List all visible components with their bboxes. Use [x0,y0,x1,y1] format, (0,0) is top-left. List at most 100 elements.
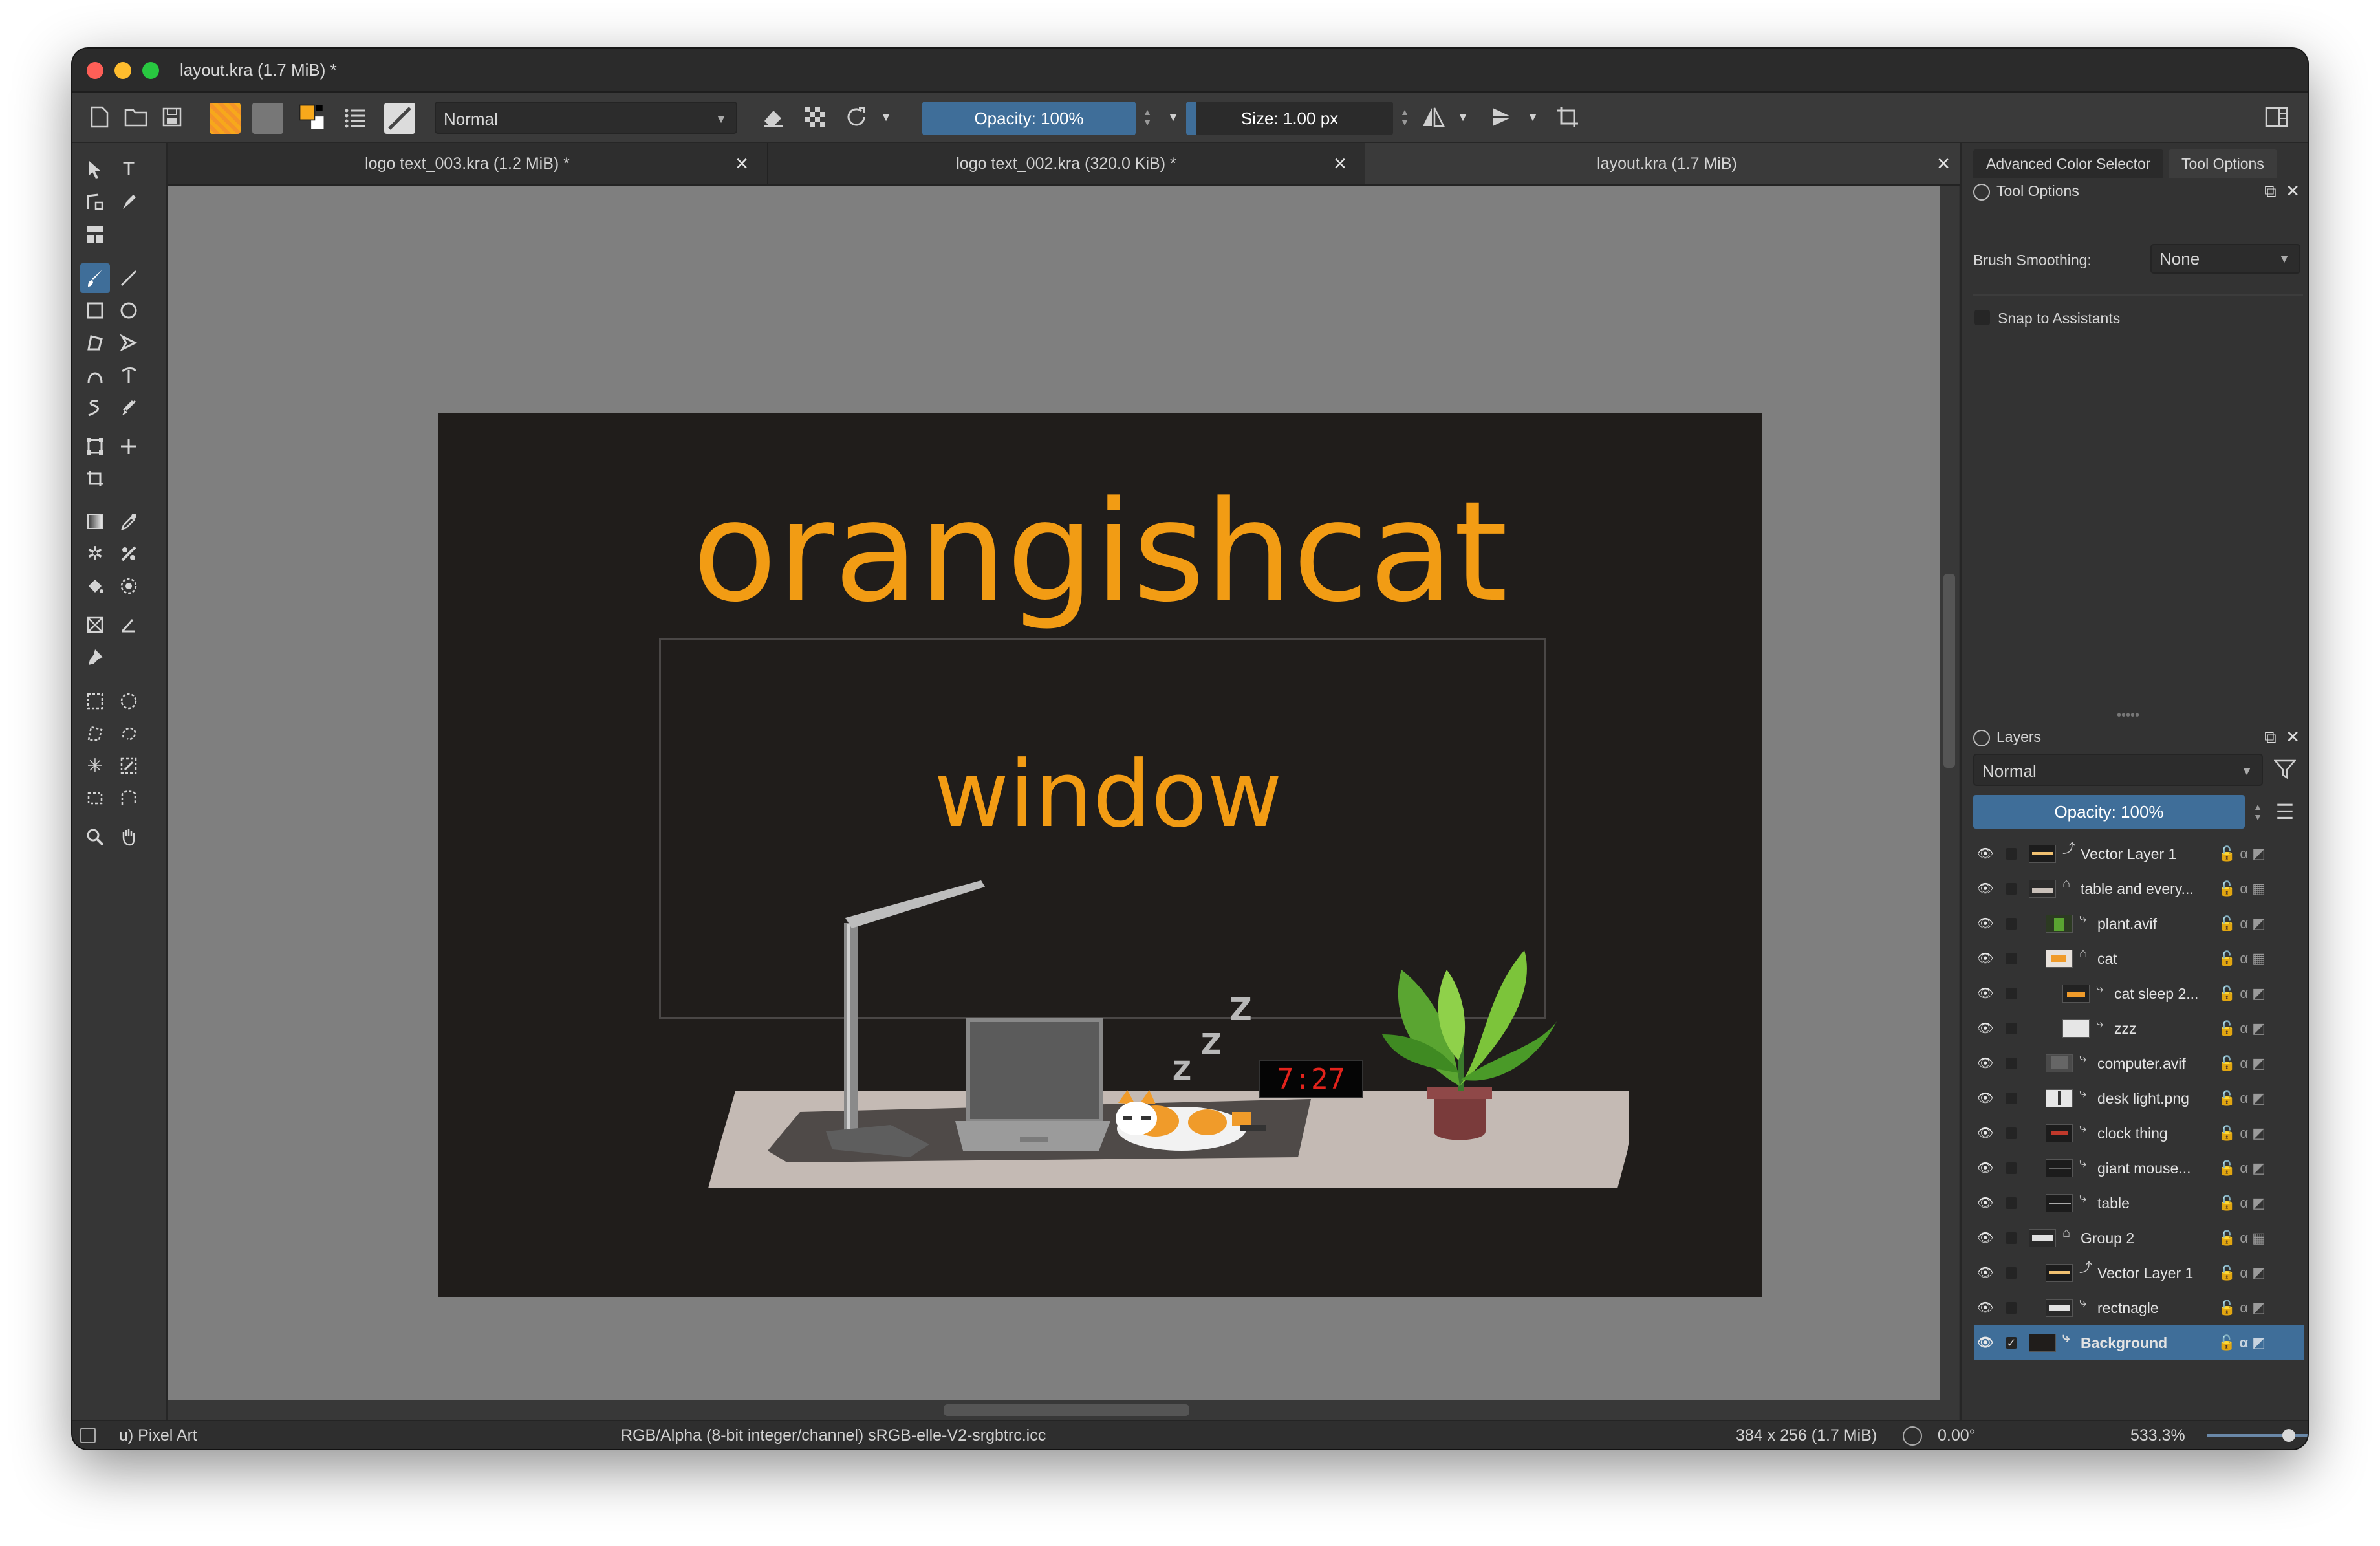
eye-icon[interactable]: 👁 [1977,1081,1993,1116]
pan-tool[interactable] [114,822,144,852]
eraser-icon[interactable] [759,103,788,131]
tab-tool-options[interactable]: Tool Options [2169,149,2277,178]
freehand-brush-tool[interactable] [80,263,110,293]
layer-checkbox[interactable] [2006,1232,2017,1244]
reload-icon[interactable] [842,103,871,131]
pattern-icon[interactable] [252,103,283,134]
chevron-down-icon[interactable]: ▼ [1519,103,1547,131]
chevron-down-icon[interactable]: ▼ [1159,103,1187,131]
eye-icon[interactable]: 👁 [1977,941,1993,976]
alpha-lock-icon[interactable] [801,103,829,131]
edit-shapes-tool[interactable] [80,187,110,217]
opacity-spin-icon[interactable]: ▲ ▼ [1133,103,1162,131]
contiguous-selection-tool[interactable]: ✳ [80,751,110,781]
filter-icon[interactable] [2271,755,2299,783]
freehand-selection-tool[interactable] [114,719,144,748]
layer-row[interactable]: 👁 ⤷ table 🔓 α ◩ [1974,1186,2304,1221]
tab-layout[interactable]: layout.kra (1.7 MiB) × [1365,143,1970,184]
layer-lock-alpha-icons[interactable]: 🔓 α ▦ [2218,941,2266,976]
layer-checkbox[interactable] [2006,1197,2017,1209]
tab-logo-text-003[interactable]: logo text_003.kra (1.2 MiB) * × [168,143,768,184]
measure-tool[interactable] [114,610,144,640]
enclose-fill-tool[interactable] [114,571,144,601]
select-shapes-tool[interactable] [80,155,110,184]
layer-lock-alpha-icons[interactable]: 🔓 α ▦ [2218,1221,2266,1256]
layer-checkbox[interactable] [2006,1058,2017,1069]
horizontal-scroll-thumb[interactable] [944,1404,1189,1416]
layer-row[interactable]: 👁 ⌂ table and every... 🔓 α ▦ [1974,871,2304,906]
layer-row[interactable]: 👁 ⤴ Vector Layer 1 🔓 α ◩ [1974,1256,2304,1290]
line-tool[interactable] [114,263,144,293]
eye-icon[interactable]: 👁 [1977,1221,1993,1256]
float-docker-icon[interactable]: ⧉ [2264,727,2277,746]
zoom-tool[interactable] [80,822,110,852]
chevron-down-icon[interactable]: ▼ [1449,103,1477,131]
smart-patch-tool[interactable]: ✲ [80,539,110,569]
wrap-icon[interactable] [1553,103,1582,131]
fill-tool[interactable] [80,571,110,601]
size-slider[interactable]: Size: 1.00 px [1186,102,1393,135]
layer-row[interactable]: 👁 ⌂ Group 2 🔓 α ▦ [1974,1221,2304,1256]
polyline-tool[interactable] [114,328,144,358]
layer-checkbox[interactable] [2006,1267,2017,1279]
layer-checkbox[interactable] [2006,1023,2017,1034]
layer-row[interactable]: 👁 ⤷ cat sleep 2... 🔓 α ◩ [1974,976,2304,1011]
layer-row[interactable]: 👁 ⤷ computer.avif 🔓 α ◩ [1974,1046,2304,1081]
layer-row-selected[interactable]: 👁 ✓ ⤷ Background 🔓 α ◩ [1974,1325,2304,1360]
tab-advanced-color-selector[interactable]: Advanced Color Selector [1973,149,2164,178]
elliptical-selection-tool[interactable] [114,686,144,716]
mirror-v-icon[interactable] [1489,103,1517,131]
layer-row[interactable]: 👁 ⤷ giant mouse... 🔓 α ◩ [1974,1151,2304,1186]
layer-lock-alpha-icons[interactable]: 🔓 α ◩ [2218,1186,2266,1221]
layer-checkbox[interactable] [2006,848,2017,860]
tab-logo-text-002[interactable]: logo text_002.kra (320.0 KiB) * × [767,143,1367,184]
colorize-mask-tool[interactable] [114,539,144,569]
close-icon[interactable]: × [1934,143,1953,184]
eye-icon[interactable]: 👁 [1977,1290,1993,1325]
docker-splitter-handle[interactable]: ••••• [2117,708,2139,723]
layer-checkbox[interactable] [2006,1302,2017,1314]
eye-icon[interactable]: 👁 [1977,1256,1993,1290]
bezier-selection-tool[interactable] [80,783,110,813]
close-window-button[interactable] [87,62,103,79]
close-icon[interactable]: × [1330,143,1350,184]
eye-icon[interactable]: 👁 [1977,871,1993,906]
pattern-edit-tool[interactable] [80,219,110,249]
layer-lock-alpha-icons[interactable]: 🔓 α ◩ [2218,1256,2266,1290]
layer-row[interactable]: 👁 ⤷ plant.avif 🔓 α ◩ [1974,906,2304,941]
blend-mode-select[interactable]: Normal ▼ [435,102,737,134]
move-tool[interactable] [114,431,144,461]
eye-icon[interactable]: 👁 [1977,976,1993,1011]
eye-icon[interactable]: 👁 [1977,1151,1993,1186]
new-document-icon[interactable] [85,103,114,131]
mirror-h-icon[interactable] [1419,103,1447,131]
artwork-canvas[interactable]: orangishcat window Z Z Z 7:27 [438,413,1762,1297]
layer-checkbox-checked[interactable]: ✓ [2006,1337,2017,1349]
dynamic-brush-tool[interactable] [80,393,110,422]
opacity-slider[interactable]: Opacity: 100% [922,102,1136,135]
brush-preset-icon[interactable] [80,1428,96,1443]
close-icon[interactable]: × [732,143,752,184]
magnetic-selection-tool[interactable] [114,783,144,813]
gradient-icon[interactable] [210,103,241,134]
rotation-icon[interactable] [1903,1426,1922,1446]
brush-settings-icon[interactable] [341,103,370,131]
layer-opacity-spin-icon[interactable]: ▲ ▼ [2244,798,2272,826]
layer-row[interactable]: 👁 ⤷ desk light.png 🔓 α ◩ [1974,1081,2304,1116]
layer-lock-alpha-icons[interactable]: 🔓 α ◩ [2218,1081,2266,1116]
gradient-tool[interactable] [80,506,110,536]
transform-tool[interactable] [80,431,110,461]
layer-lock-alpha-icons[interactable]: 🔓 α ◩ [2218,1151,2266,1186]
polygonal-selection-tool[interactable] [80,719,110,748]
multibrush-tool[interactable] [114,393,144,422]
layer-lock-alpha-icons[interactable]: 🔓 α ◩ [2218,1325,2266,1360]
layer-lock-alpha-icons[interactable]: 🔓 α ◩ [2218,836,2266,871]
freehand-path-tool[interactable] [114,360,144,390]
horizontal-scrollbar[interactable] [168,1400,1959,1420]
layer-lock-alpha-icons[interactable]: 🔓 α ◩ [2218,1046,2266,1081]
assistant-tool[interactable] [80,610,110,640]
layer-row[interactable]: 👁 ⤷ clock thing 🔓 α ◩ [1974,1116,2304,1151]
rectangle-tool[interactable] [80,296,110,325]
color-swatch-icon[interactable] [298,103,326,131]
layer-row[interactable]: 👁 ⤷ rectnagle 🔓 α ◩ [1974,1290,2304,1325]
